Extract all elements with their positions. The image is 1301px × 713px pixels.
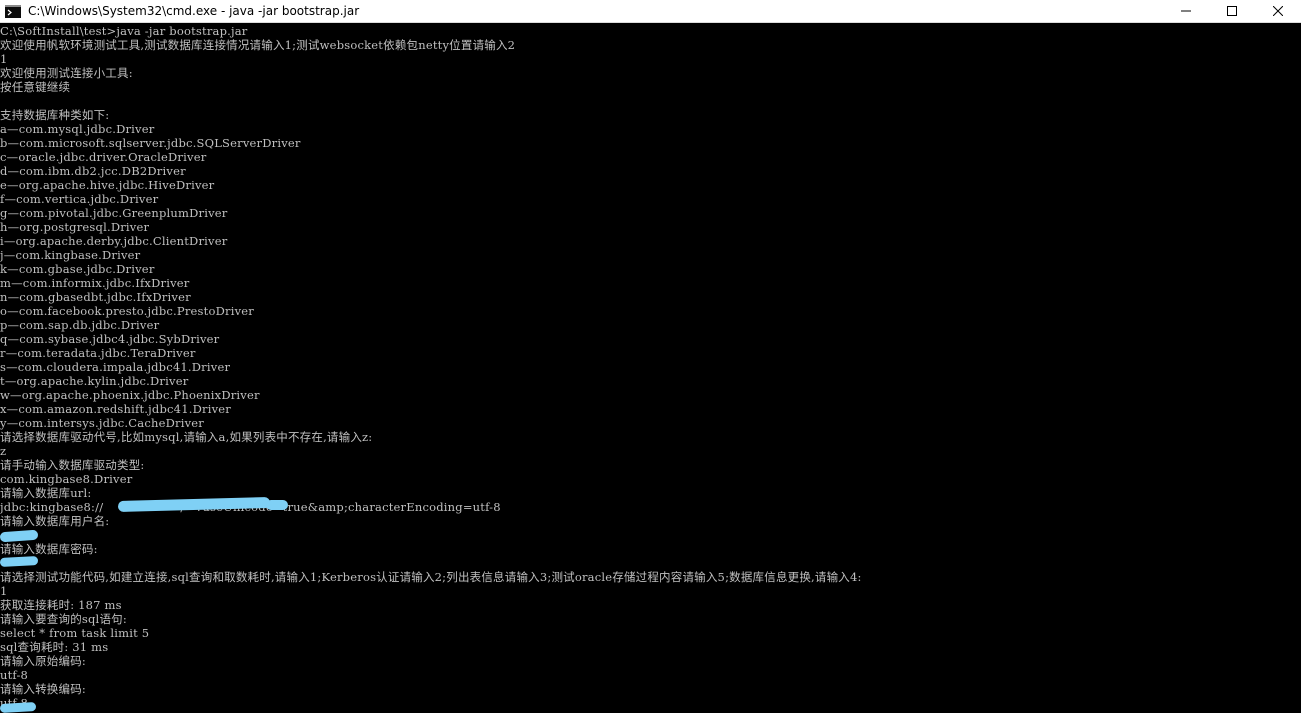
console-line: 支持数据库种类如下: <box>0 108 110 122</box>
console-line: 请输入要查询的sql语句: <box>0 612 127 626</box>
console-line: t—org.apache.kylin.jdbc.Driver <box>0 374 189 388</box>
minimize-button[interactable] <box>1163 0 1209 23</box>
console-output[interactable]: C:\SoftInstall\test>java -jar bootstrap.… <box>0 24 1301 712</box>
title-bar[interactable]: C:\Windows\System32\cmd.exe - java -jar … <box>0 0 1301 23</box>
close-button[interactable] <box>1255 0 1301 23</box>
console-line: a—com.mysql.jdbc.Driver <box>0 122 155 136</box>
console-line: 1 <box>0 584 8 598</box>
console-line: y—com.intersys.jdbc.CacheDriver <box>0 416 204 430</box>
maximize-button[interactable] <box>1209 0 1255 23</box>
console-line: utf-8 <box>0 668 29 682</box>
console-line: 欢迎使用帆软环境测试工具,测试数据库连接情况请输入1;测试websocket依赖… <box>0 38 516 52</box>
close-icon <box>1273 6 1283 16</box>
console-line: m—com.informix.jdbc.IfxDriver <box>0 276 190 290</box>
console-line: x—com.amazon.redshift.jdbc41.Driver <box>0 402 231 416</box>
console-line: utf-8 <box>0 696 1301 710</box>
console-line: sql查询耗时: 31 ms <box>0 640 109 654</box>
console-line: z <box>0 444 7 458</box>
redaction-mark <box>0 702 37 713</box>
console-line: h—org.postgresql.Driver <box>0 220 150 234</box>
console-line: j—com.kingbase.Driver <box>0 248 141 262</box>
console-line: 按任意键继续 <box>0 80 71 94</box>
console-line: 1 <box>0 52 8 66</box>
console-line: d—com.ibm.db2.jcc.DB2Driver <box>0 164 186 178</box>
console-line: com.kingbase8.Driver <box>0 472 133 486</box>
redaction-mark <box>266 500 288 510</box>
console-line: b—com.microsoft.sqlserver.jdbc.SQLServer… <box>0 136 301 150</box>
console-line: select * from task limit 5 <box>0 626 150 640</box>
console-line: 请选择数据库驱动代号,比如mysql,请输入a,如果列表中不存在,请输入z: <box>0 430 373 444</box>
console-line: 请输入数据库url: <box>0 486 92 500</box>
console-line: 获取连接耗时: 187 ms <box>0 598 122 612</box>
console-line: f—com.vertica.jdbc.Driver <box>0 192 159 206</box>
console-line: C:\SoftInstall\test>java -jar bootstrap.… <box>0 24 248 38</box>
window-title: C:\Windows\System32\cmd.exe - java -jar … <box>28 4 360 18</box>
console-line: k—com.gbase.jdbc.Driver <box>0 262 155 276</box>
console-line: w—org.apache.phoenix.jdbc.PhoenixDriver <box>0 388 260 402</box>
console-line: 请输入原始编码: <box>0 654 86 668</box>
console-line: 请输入数据库密码: <box>0 542 98 556</box>
console-line: g—com.pivotal.jdbc.GreenplumDriver <box>0 206 228 220</box>
console-line: q—com.sybase.jdbc4.jdbc.SybDriver <box>0 332 220 346</box>
minimize-icon <box>1181 10 1191 12</box>
console-line: 欢迎使用测试连接小工具: <box>0 66 133 80</box>
console-line: 请手动输入数据库驱动类型: <box>0 458 145 472</box>
console-line: c—oracle.jdbc.driver.OracleDriver <box>0 150 207 164</box>
console-line: p—com.sap.db.jdbc.Driver <box>0 318 160 332</box>
console-line: o—com.facebook.presto.jdbc.PrestoDriver <box>0 304 254 318</box>
console-line: e—org.apache.hive.jdbc.HiveDriver <box>0 178 215 192</box>
console-line: r—com.teradata.jdbc.TeraDriver <box>0 346 196 360</box>
console-line: 请输入数据库用户名: <box>0 514 110 528</box>
console-line: 请选择测试功能代码,如建立连接,sql查询和取数耗时,请输入1;Kerberos… <box>0 570 862 584</box>
console-line: n—com.gbasedbt.jdbc.IfxDriver <box>0 290 191 304</box>
console-line: i—org.apache.derby.jdbc.ClientDriver <box>0 234 228 248</box>
console-line: s—com.cloudera.impala.jdbc41.Driver <box>0 360 231 374</box>
cmd-icon <box>5 4 21 18</box>
console-line: 请输入转换编码: <box>0 682 86 696</box>
maximize-icon <box>1227 6 1237 16</box>
